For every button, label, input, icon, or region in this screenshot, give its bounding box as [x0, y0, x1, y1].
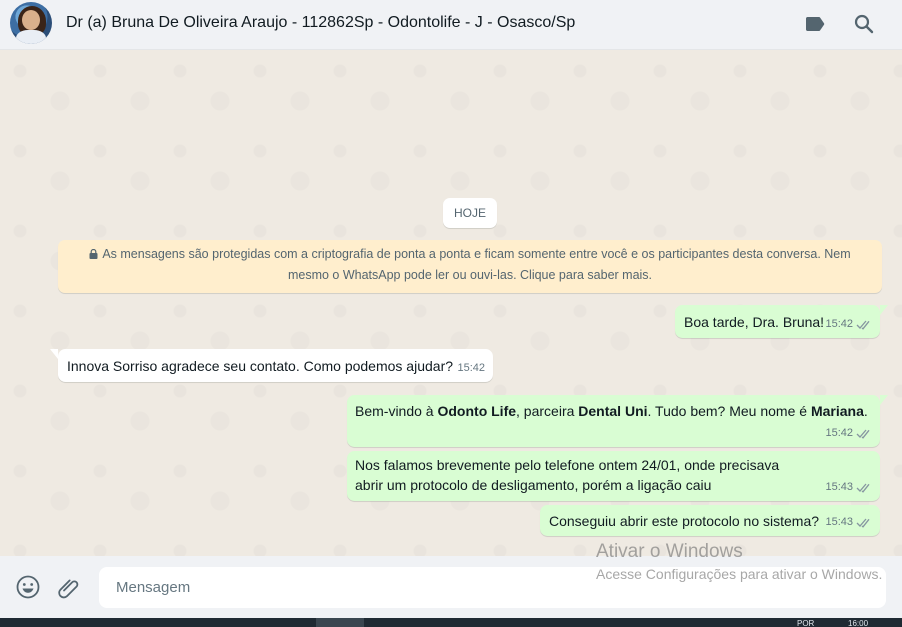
message-meta: 15:42 — [825, 314, 872, 334]
message-text: Innova Sorriso agradece seu contato. Com… — [67, 358, 454, 374]
message-text: Conseguiu abrir este protocolo no sistem… — [549, 513, 820, 529]
label-icon[interactable] — [803, 12, 827, 36]
message-text: Nos falamos brevemente pelo telefone ont… — [355, 457, 780, 493]
emoji-icon[interactable] — [15, 574, 41, 600]
attach-icon[interactable] — [56, 574, 82, 600]
message-text: Boa tarde, Dra. Bruna! — [684, 314, 825, 330]
taskbar-language[interactable]: POR — [797, 620, 814, 627]
windows-watermark-title: Ativar o Windows — [596, 541, 743, 562]
read-ticks-icon — [856, 518, 870, 528]
bold-text: Mariana — [810, 403, 864, 419]
date-divider: HOJE — [443, 198, 497, 228]
contact-avatar[interactable] — [10, 2, 52, 44]
message-bubble-outgoing[interactable]: Bem-vindo à Odonto Life, parceira Dental… — [347, 395, 888, 447]
windows-watermark-subtitle: Acesse Configurações para ativar o Windo… — [596, 566, 883, 582]
read-ticks-icon — [856, 429, 870, 439]
taskbar-clock[interactable]: 16:00 — [848, 620, 868, 627]
message-bubble-outgoing[interactable]: Nos falamos brevemente pelo telefone ont… — [347, 451, 880, 501]
message-bubble-incoming[interactable]: Innova Sorriso agradece seu contato. Com… — [50, 349, 493, 382]
message-meta: 15:43 — [825, 477, 872, 497]
bold-text: Odonto Life — [437, 403, 517, 419]
bold-text: Dental Uni — [578, 403, 648, 419]
message-text: Bem-vindo à Odonto Life, parceira Dental… — [355, 403, 868, 419]
search-icon[interactable] — [852, 12, 876, 36]
message-bubble-outgoing[interactable]: Conseguiu abrir este protocolo no sistem… — [540, 505, 880, 536]
taskbar — [0, 618, 902, 627]
message-time: 15:43 — [825, 481, 853, 493]
message-time: 15:42 — [457, 362, 485, 374]
message-meta: 15:42 — [457, 358, 485, 378]
chat-header: Dr (a) Bruna De Oliveira Araujo - 112862… — [0, 0, 902, 50]
message-meta: 15:42 — [825, 423, 872, 443]
taskbar-button[interactable] — [316, 618, 364, 627]
read-ticks-icon — [856, 483, 870, 493]
message-bubble-outgoing[interactable]: Boa tarde, Dra. Bruna! 15:42 — [675, 305, 888, 338]
contact-name[interactable]: Dr (a) Bruna De Oliveira Araujo - 112862… — [66, 14, 575, 32]
encryption-notice[interactable]: As mensagens são protegidas com a cripto… — [58, 240, 882, 293]
lock-icon — [89, 245, 98, 259]
message-time: 15:42 — [825, 427, 853, 439]
message-time: 15:42 — [825, 318, 853, 330]
encryption-notice-text: As mensagens são protegidas com a cripto… — [102, 247, 851, 282]
message-time: 15:43 — [825, 516, 853, 528]
read-ticks-icon — [856, 320, 870, 330]
message-meta: 15:43 — [825, 512, 872, 532]
